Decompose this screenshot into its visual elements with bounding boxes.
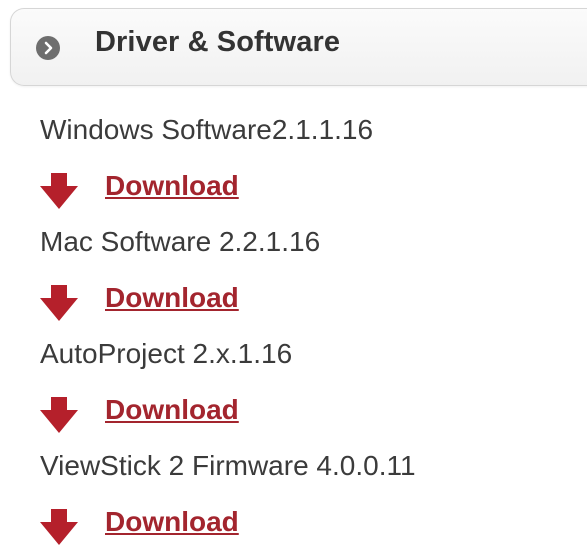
software-name: Windows Software2.1.1.16 xyxy=(40,114,374,145)
download-link[interactable]: Download xyxy=(105,388,239,432)
download-list: Windows Software2.1.1.16 Download Mac So… xyxy=(40,108,580,556)
download-arrow-icon xyxy=(40,173,78,209)
download-row: Download xyxy=(40,276,580,332)
download-row: Download xyxy=(40,164,580,220)
software-name: ViewStick 2 Firmware 4.0.0.11 xyxy=(40,450,416,481)
download-arrow-icon xyxy=(40,509,78,545)
list-item: ViewStick 2 Firmware 4.0.0.11 Download xyxy=(40,444,580,556)
download-arrow-icon xyxy=(40,397,78,433)
chevron-right-circle-icon xyxy=(36,36,60,60)
panel-title: Driver & Software xyxy=(95,26,341,58)
download-arrow-icon xyxy=(40,285,78,321)
download-link[interactable]: Download xyxy=(105,164,239,208)
download-row: Download xyxy=(40,500,580,556)
download-link[interactable]: Download xyxy=(105,276,239,320)
software-name: AutoProject 2.x.1.16 xyxy=(40,338,293,369)
driver-software-panel-header[interactable]: Driver & Software xyxy=(10,8,587,86)
software-name: Mac Software 2.2.1.16 xyxy=(40,226,321,257)
list-item: Windows Software2.1.1.16 Download xyxy=(40,108,580,220)
list-item: AutoProject 2.x.1.16 Download xyxy=(40,332,580,444)
list-item: Mac Software 2.2.1.16 Download xyxy=(40,220,580,332)
download-link[interactable]: Download xyxy=(105,500,239,544)
download-row: Download xyxy=(40,388,580,444)
